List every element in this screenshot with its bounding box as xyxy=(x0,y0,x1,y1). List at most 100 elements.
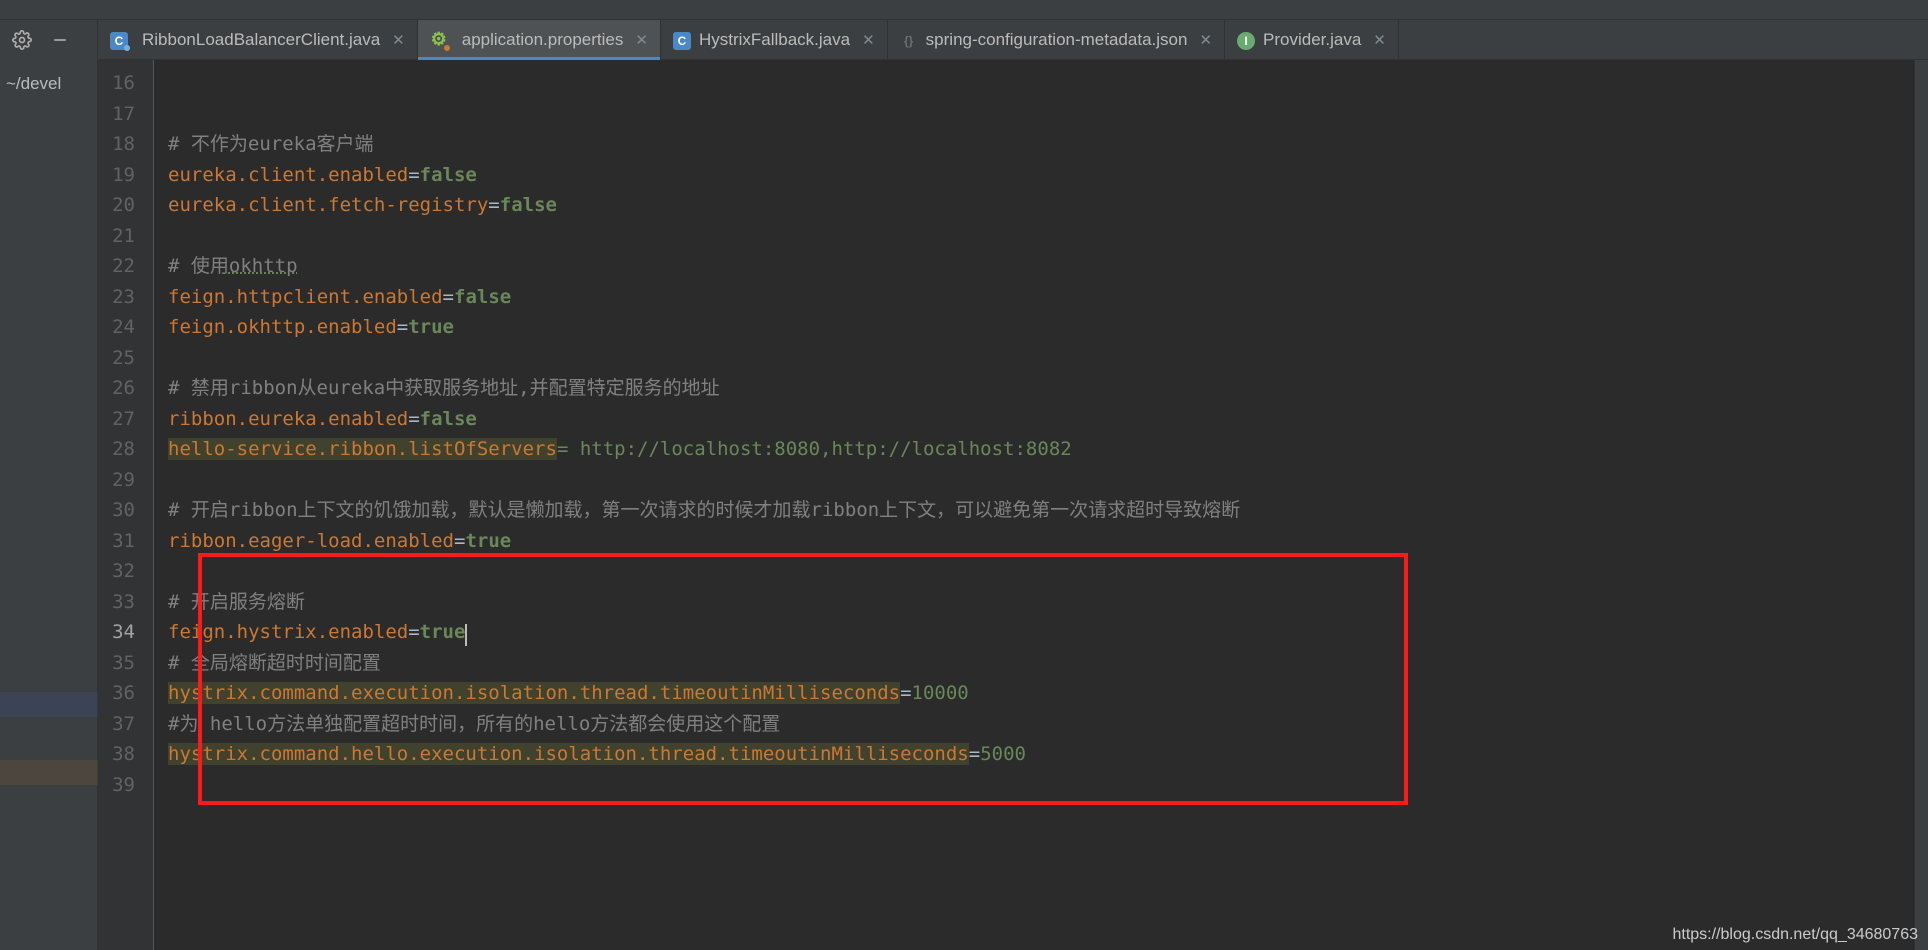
code-token: true xyxy=(420,621,466,643)
code-token: = http://localhost:8080,http://localhost… xyxy=(557,438,1072,460)
code-token: true xyxy=(408,316,454,338)
sidebar-modified-marker xyxy=(0,760,98,785)
code-line[interactable]: hello-service.ribbon.listOfServers= http… xyxy=(168,434,1914,465)
vertical-scrollbar[interactable] xyxy=(1914,60,1928,950)
code-line[interactable] xyxy=(168,343,1914,374)
editor-tab[interactable]: CHystrixFallback.java✕ xyxy=(661,20,888,59)
code-line[interactable]: feign.httpclient.enabled=false xyxy=(168,282,1914,313)
code-token: 5000 xyxy=(980,743,1026,765)
editor-tab[interactable]: IProvider.java✕ xyxy=(1225,20,1399,59)
code-line[interactable]: feign.hystrix.enabled=true xyxy=(168,617,1914,648)
editor-tab[interactable]: CRibbonLoadBalancerClient.java✕ xyxy=(98,20,418,59)
code-token: = xyxy=(397,316,408,338)
code-line[interactable]: ribbon.eureka.enabled=false xyxy=(168,404,1914,435)
editor-tab-bar: CRibbonLoadBalancerClient.java✕⚙applicat… xyxy=(98,20,1928,60)
editor-tab[interactable]: ⚙application.properties✕ xyxy=(418,20,661,59)
sidebar-selection-marker xyxy=(0,692,98,717)
close-icon[interactable]: ✕ xyxy=(1199,31,1212,49)
line-number[interactable]: 35 xyxy=(106,648,135,679)
code-token: feign.hystrix.enabled xyxy=(168,621,408,643)
code-token: # 全局熔断超时时间配置 xyxy=(168,652,381,674)
file-type-icon: I xyxy=(1237,32,1255,50)
code-line[interactable] xyxy=(168,556,1914,587)
line-number[interactable]: 21 xyxy=(106,221,135,252)
code-line[interactable]: hystrix.command.execution.isolation.thre… xyxy=(168,678,1914,709)
modified-indicator-icon xyxy=(444,45,450,51)
code-line[interactable]: #为 hello方法单独配置超时时间，所有的hello方法都会使用这个配置 xyxy=(168,709,1914,740)
code-line[interactable]: # 全局熔断超时时间配置 xyxy=(168,648,1914,679)
line-number[interactable]: 30 xyxy=(106,495,135,526)
code-token: false xyxy=(454,286,511,308)
code-line[interactable]: # 不作为eureka客户端 xyxy=(168,129,1914,160)
line-number[interactable]: 38 xyxy=(106,739,135,770)
code-token: false xyxy=(420,408,477,430)
code-line[interactable] xyxy=(168,465,1914,496)
code-token: = xyxy=(454,530,465,552)
code-line[interactable]: # 使用okhttp xyxy=(168,251,1914,282)
code-token: ribbon.eager-load.enabled xyxy=(168,530,454,552)
code-line[interactable]: eureka.client.enabled=false xyxy=(168,160,1914,191)
gear-icon[interactable] xyxy=(12,30,32,54)
line-number[interactable]: 23 xyxy=(106,282,135,313)
close-icon[interactable]: ✕ xyxy=(1373,31,1386,49)
code-token: eureka.client.enabled xyxy=(168,164,408,186)
code-token: hystrix.command.hello.execution.isolatio… xyxy=(168,743,969,765)
line-number[interactable]: 39 xyxy=(106,770,135,801)
line-number[interactable]: 18 xyxy=(106,129,135,160)
code-token: # 开启服务熔断 xyxy=(168,591,305,613)
code-token: false xyxy=(420,164,477,186)
code-token: # 不作为eureka客户端 xyxy=(168,133,374,155)
line-number[interactable]: 24 xyxy=(106,312,135,343)
line-number[interactable]: 28 xyxy=(106,434,135,465)
tab-label: HystrixFallback.java xyxy=(699,30,850,50)
code-token: okhttp xyxy=(229,255,298,277)
code-token: = xyxy=(900,682,911,704)
close-icon[interactable]: ✕ xyxy=(635,31,648,49)
line-number[interactable]: 29 xyxy=(106,465,135,496)
line-number[interactable]: 26 xyxy=(106,373,135,404)
editor-tab[interactable]: {} spring-configuration-metadata.json ✕ xyxy=(888,20,1225,59)
code-line[interactable]: feign.okhttp.enabled=true xyxy=(168,312,1914,343)
code-line[interactable]: eureka.client.fetch-registry=false xyxy=(168,190,1914,221)
code-token: = xyxy=(408,408,419,430)
close-icon[interactable]: ✕ xyxy=(392,31,405,49)
code-line[interactable] xyxy=(168,770,1914,801)
code-line[interactable]: ribbon.eager-load.enabled=true xyxy=(168,526,1914,557)
tab-label: RibbonLoadBalancerClient.java xyxy=(142,30,380,50)
text-caret xyxy=(465,624,467,646)
code-line[interactable]: # 开启服务熔断 xyxy=(168,587,1914,618)
line-number[interactable]: 27 xyxy=(106,404,135,435)
code-line[interactable] xyxy=(168,221,1914,252)
line-number[interactable]: 32 xyxy=(106,556,135,587)
line-number[interactable]: 19 xyxy=(106,160,135,191)
watermark-text: https://blog.csdn.net/qq_34680763 xyxy=(1672,926,1918,944)
code-line[interactable]: # 开启ribbon上下文的饥饿加载，默认是懒加载，第一次请求的时候才加载rib… xyxy=(168,495,1914,526)
code-token: hello-service.ribbon.listOfServers xyxy=(168,438,557,460)
line-number[interactable]: 37 xyxy=(106,709,135,740)
line-number[interactable]: 25 xyxy=(106,343,135,374)
minimize-icon[interactable] xyxy=(50,30,70,54)
code-token: eureka.client.fetch-registry xyxy=(168,194,488,216)
line-number[interactable]: 34 xyxy=(106,617,135,648)
line-number[interactable]: 33 xyxy=(106,587,135,618)
code-line[interactable] xyxy=(168,68,1914,99)
line-number[interactable]: 31 xyxy=(106,526,135,557)
line-number[interactable]: 16 xyxy=(106,68,135,99)
code-line[interactable]: hystrix.command.hello.execution.isolatio… xyxy=(168,739,1914,770)
editor-area: CRibbonLoadBalancerClient.java✕⚙applicat… xyxy=(98,20,1928,950)
line-number[interactable]: 22 xyxy=(106,251,135,282)
line-number[interactable]: 20 xyxy=(106,190,135,221)
code-token: = xyxy=(488,194,499,216)
code-area[interactable]: # 不作为eureka客户端eureka.client.enabled=fals… xyxy=(154,60,1914,950)
code-token: = xyxy=(443,286,454,308)
file-type-icon: {} xyxy=(900,32,918,50)
tab-label: spring-configuration-metadata.json xyxy=(926,30,1188,50)
code-token: = xyxy=(408,621,419,643)
line-number[interactable]: 36 xyxy=(106,678,135,709)
code-line[interactable] xyxy=(168,99,1914,130)
code-line[interactable]: # 禁用ribbon从eureka中获取服务地址,并配置特定服务的地址 xyxy=(168,373,1914,404)
code-token: false xyxy=(500,194,557,216)
modified-indicator-icon xyxy=(124,45,130,51)
line-number[interactable]: 17 xyxy=(106,99,135,130)
close-icon[interactable]: ✕ xyxy=(862,31,875,49)
